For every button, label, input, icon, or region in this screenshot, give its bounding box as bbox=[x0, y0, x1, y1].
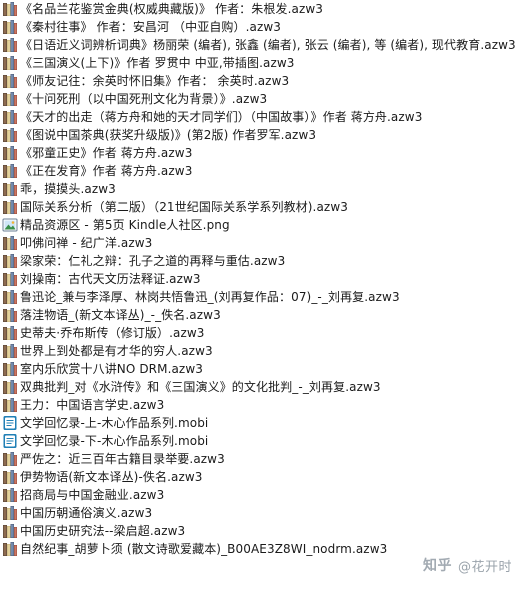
file-name: 落洼物语_(新文本译丛)_-_佚名.azw3 bbox=[20, 308, 221, 322]
azw3-book-icon bbox=[2, 199, 18, 215]
file-name: 精品资源区 - 第5页 Kindle人社区.png bbox=[20, 218, 230, 232]
file-item[interactable]: 招商局与中国金融业.azw3 bbox=[0, 486, 522, 504]
file-name: 世界上到处都是有才华的穷人.azw3 bbox=[20, 344, 213, 358]
azw3-book-icon bbox=[2, 343, 18, 359]
file-name: 文学回忆录-下-木心作品系列.mobi bbox=[20, 434, 209, 448]
azw3-book-icon bbox=[2, 451, 18, 467]
azw3-book-icon bbox=[2, 163, 18, 179]
azw3-book-icon bbox=[2, 505, 18, 521]
file-item[interactable]: 文学回忆录-下-木心作品系列.mobi bbox=[0, 432, 522, 450]
file-item[interactable]: 世界上到处都是有才华的穷人.azw3 bbox=[0, 342, 522, 360]
azw3-book-icon bbox=[2, 55, 18, 71]
azw3-book-icon bbox=[2, 469, 18, 485]
file-item[interactable]: 鲁迅论_兼与李泽厚、林岗共悟鲁迅_(刘再复作品：07)_-_刘再复.azw3 bbox=[0, 288, 522, 306]
file-name: 双典批判_对《水浒传》和《三国演义》的文化批判_-_刘再复.azw3 bbox=[20, 380, 381, 394]
file-item[interactable]: 梁家荣：仁礼之辩：孔子之道的再释与重估.azw3 bbox=[0, 252, 522, 270]
file-item[interactable]: 《邪童正史》作者 蒋方舟.azw3 bbox=[0, 144, 522, 162]
file-item[interactable]: 《三国演义(上下)》作者 罗贯中 中亚,带插图.azw3 bbox=[0, 54, 522, 72]
mobi-book-icon bbox=[2, 433, 18, 449]
file-name: 刘操南：古代天文历法释证.azw3 bbox=[20, 272, 201, 286]
azw3-book-icon bbox=[2, 325, 18, 341]
azw3-book-icon bbox=[2, 307, 18, 323]
azw3-book-icon bbox=[2, 523, 18, 539]
azw3-book-icon bbox=[2, 361, 18, 377]
file-item[interactable]: 《图说中国茶典(获奖升级版)》(第2版) 作者罗军.azw3 bbox=[0, 126, 522, 144]
file-name: 《天才的出走（蒋方舟和她的天才同学们）（中国故事）》作者 蒋方舟.azw3 bbox=[20, 110, 423, 124]
azw3-book-icon bbox=[2, 91, 18, 107]
file-name: 《名品兰花鉴赏金典(权威典藏版)》 作者：朱根发.azw3 bbox=[20, 2, 323, 16]
file-item[interactable]: 刘操南：古代天文历法释证.azw3 bbox=[0, 270, 522, 288]
azw3-book-icon bbox=[2, 397, 18, 413]
file-name: 《图说中国茶典(获奖升级版)》(第2版) 作者罗军.azw3 bbox=[20, 128, 317, 142]
file-item[interactable]: 《正在发育》作者 蒋方舟.azw3 bbox=[0, 162, 522, 180]
file-item[interactable]: 文学回忆录-上-木心作品系列.mobi bbox=[0, 414, 522, 432]
file-name: 《师友记往：余英时怀旧集》作者： 余英时.azw3 bbox=[20, 74, 290, 88]
file-name: 自然纪事_胡萝卜须 (散文诗歌爱藏本)_B00AE3Z8WI_nodrm.azw… bbox=[20, 542, 388, 556]
azw3-book-icon bbox=[2, 19, 18, 35]
file-item[interactable]: 史蒂夫·乔布斯传（修订版）.azw3 bbox=[0, 324, 522, 342]
file-name: 国际关系分析（第二版）（21世纪国际关系学系列教材).azw3 bbox=[20, 200, 348, 214]
azw3-book-icon bbox=[2, 1, 18, 17]
azw3-book-icon bbox=[2, 379, 18, 395]
azw3-book-icon bbox=[2, 73, 18, 89]
file-name: 叩佛问禅 - 纪广洋.azw3 bbox=[20, 236, 153, 250]
watermark-site: 知乎 bbox=[422, 558, 452, 574]
file-name: 伊势物语(新文本译丛)-佚名.azw3 bbox=[20, 470, 203, 484]
file-name: 《日语近义词辨析词典》杨丽荣 (编者), 张鑫 (编者), 张云 (编者), 等… bbox=[20, 38, 516, 52]
png-image-icon bbox=[2, 217, 18, 233]
file-item[interactable]: 双典批判_对《水浒传》和《三国演义》的文化批判_-_刘再复.azw3 bbox=[0, 378, 522, 396]
file-name: 《邪童正史》作者 蒋方舟.azw3 bbox=[20, 146, 193, 160]
zhihu-watermark: 知乎 @花开时 bbox=[423, 555, 512, 575]
azw3-book-icon bbox=[2, 181, 18, 197]
azw3-book-icon bbox=[2, 253, 18, 269]
mobi-book-icon bbox=[2, 415, 18, 431]
azw3-book-icon bbox=[2, 487, 18, 503]
file-name: 招商局与中国金融业.azw3 bbox=[20, 488, 165, 502]
watermark-user: @花开时 bbox=[457, 559, 512, 575]
azw3-book-icon bbox=[2, 271, 18, 287]
file-list: 《名品兰花鉴赏金典(权威典藏版)》 作者：朱根发.azw3 《秦村往事》 作者：安… bbox=[0, 0, 522, 558]
azw3-book-icon bbox=[2, 289, 18, 305]
azw3-book-icon bbox=[2, 127, 18, 143]
file-name: 《十问死刑（以中国死刑文化为背景）》.azw3 bbox=[20, 92, 268, 106]
file-item[interactable]: 中国历史研究法--梁启超.azw3 bbox=[0, 522, 522, 540]
file-name: 鲁迅论_兼与李泽厚、林岗共悟鲁迅_(刘再复作品：07)_-_刘再复.azw3 bbox=[20, 290, 400, 304]
file-name: 中国历朝通俗演义.azw3 bbox=[20, 506, 153, 520]
file-name: 梁家荣：仁礼之辩：孔子之道的再释与重估.azw3 bbox=[20, 254, 286, 268]
azw3-book-icon bbox=[2, 109, 18, 125]
file-name: 文学回忆录-上-木心作品系列.mobi bbox=[20, 416, 209, 430]
file-name: 《秦村往事》 作者：安昌河 （中亚自购）.azw3 bbox=[20, 20, 282, 34]
file-item[interactable]: 国际关系分析（第二版）（21世纪国际关系学系列教材).azw3 bbox=[0, 198, 522, 216]
file-item[interactable]: 《名品兰花鉴赏金典(权威典藏版)》 作者：朱根发.azw3 bbox=[0, 0, 522, 18]
file-name: 中国历史研究法--梁启超.azw3 bbox=[20, 524, 186, 538]
file-item[interactable]: 《十问死刑（以中国死刑文化为背景）》.azw3 bbox=[0, 90, 522, 108]
file-item[interactable]: 《秦村往事》 作者：安昌河 （中亚自购）.azw3 bbox=[0, 18, 522, 36]
azw3-book-icon bbox=[2, 37, 18, 53]
file-item[interactable]: 室内乐欣赏十八讲NO DRM.azw3 bbox=[0, 360, 522, 378]
file-item[interactable]: 叩佛问禅 - 纪广洋.azw3 bbox=[0, 234, 522, 252]
azw3-book-icon bbox=[2, 235, 18, 251]
file-name: 《正在发育》作者 蒋方舟.azw3 bbox=[20, 164, 193, 178]
azw3-book-icon bbox=[2, 145, 18, 161]
azw3-book-icon bbox=[2, 541, 18, 557]
file-name: 乖，摸摸头.azw3 bbox=[20, 182, 116, 196]
file-name: 王力：中国语言学史.azw3 bbox=[20, 398, 165, 412]
file-item[interactable]: 严佐之：近三百年古籍目录举要.azw3 bbox=[0, 450, 522, 468]
file-item[interactable]: 精品资源区 - 第5页 Kindle人社区.png bbox=[0, 216, 522, 234]
file-item[interactable]: 中国历朝通俗演义.azw3 bbox=[0, 504, 522, 522]
file-name: 严佐之：近三百年古籍目录举要.azw3 bbox=[20, 452, 225, 466]
file-name: 室内乐欣赏十八讲NO DRM.azw3 bbox=[20, 362, 203, 376]
file-name: 史蒂夫·乔布斯传（修订版）.azw3 bbox=[20, 326, 205, 340]
file-item[interactable]: 《日语近义词辨析词典》杨丽荣 (编者), 张鑫 (编者), 张云 (编者), 等… bbox=[0, 36, 522, 54]
file-item[interactable]: 王力：中国语言学史.azw3 bbox=[0, 396, 522, 414]
file-name: 《三国演义(上下)》作者 罗贯中 中亚,带插图.azw3 bbox=[20, 56, 295, 70]
file-item[interactable]: 《天才的出走（蒋方舟和她的天才同学们）（中国故事）》作者 蒋方舟.azw3 bbox=[0, 108, 522, 126]
file-item[interactable]: 伊势物语(新文本译丛)-佚名.azw3 bbox=[0, 468, 522, 486]
file-item[interactable]: 《师友记往：余英时怀旧集》作者： 余英时.azw3 bbox=[0, 72, 522, 90]
file-item[interactable]: 落洼物语_(新文本译丛)_-_佚名.azw3 bbox=[0, 306, 522, 324]
file-item[interactable]: 乖，摸摸头.azw3 bbox=[0, 180, 522, 198]
